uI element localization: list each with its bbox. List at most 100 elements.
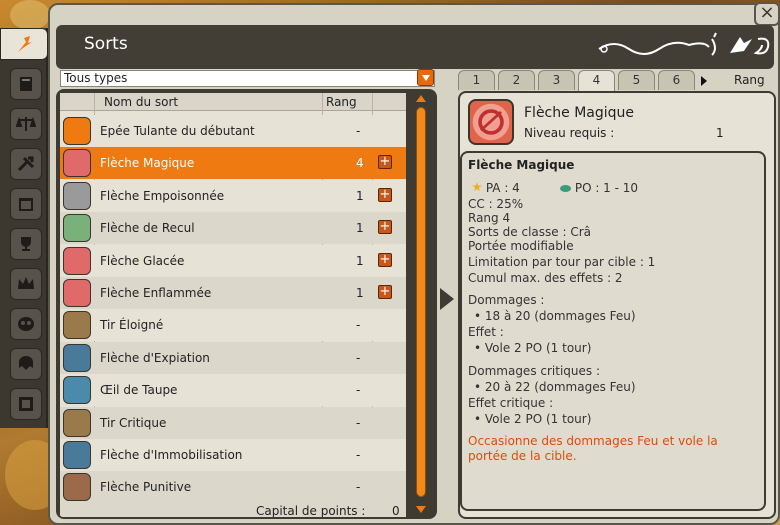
crown-icon [18,277,34,289]
spell-rank: 1 [356,286,364,300]
spell-row[interactable]: Flèche Glacée 1 + [60,244,406,277]
chevron-down-icon[interactable] [417,69,434,86]
trophy-icon [21,237,31,251]
limit-stat: Limitation par tour par cible : 1 [468,255,656,269]
spell-icon [63,279,91,307]
spell-icon [63,117,91,145]
sidebar-item-inventory[interactable] [10,68,42,100]
spell-icon [63,376,91,405]
sidebar-item-jobs[interactable] [10,148,42,180]
spell-rank: 1 [356,188,364,203]
spell-description-box: Flèche Magique PA : 4 PO : 1 - 10 CC : 2… [460,151,766,511]
sidebar [0,28,48,428]
spell-icon [468,99,514,145]
tab-rank-2[interactable]: 2 [498,70,535,90]
desc-heading: Flèche Magique [468,158,575,172]
book-icon [20,77,32,91]
scroll-thumb[interactable] [416,107,426,497]
tab-next-arrow-icon[interactable] [701,76,707,86]
spell-rank: - [356,448,361,462]
spell-icon [63,311,91,340]
sidebar-item-balance[interactable] [10,108,42,140]
star-spell-icon [18,36,32,52]
spell-row[interactable]: Flèche Enflammée 1 + [60,277,406,309]
spell-row[interactable]: Tir Critique - [60,406,406,439]
mask-icon [18,317,34,331]
spells-window: × Sorts Tous types Nom du sort Rang Epée… [48,2,780,525]
detail-level-value: 1 [716,126,724,140]
spell-row[interactable]: Œil de Taupe - [60,374,406,407]
scroll-down-arrow-icon[interactable] [416,506,426,513]
sidebar-item-spells[interactable] [0,28,48,60]
upgrade-plus-icon[interactable]: + [378,285,392,299]
sidebar-item-bestiary[interactable] [10,348,42,380]
sidebar-item-trophy[interactable] [10,228,42,260]
range-stat: Portée modifiable [468,239,574,253]
star-icon [472,182,482,192]
eye-icon [560,185,571,192]
tab-rank-5[interactable]: 5 [618,70,655,90]
type-filter-select[interactable]: Tous types [60,70,435,87]
spell-rank: - [356,318,361,333]
column-header-rank[interactable]: Rang [326,95,357,109]
upgrade-plus-icon[interactable]: + [378,252,392,267]
spell-row[interactable]: Tir Éloigné - [60,309,406,342]
po-stat: PO : 1 - 10 [560,181,638,195]
spell-icon [63,441,91,469]
balance-icon [16,116,36,131]
spell-name: Flèche Punitive [100,480,192,495]
effect-value: • Vole 2 PO (1 tour) [474,341,592,355]
spell-row[interactable]: Epée Tulante du débutant - [60,115,406,147]
description-line-2: portée de la cible. [468,449,577,463]
damage-label: Dommages : [468,293,545,307]
spell-row[interactable]: Flèche Empoisonnée 1 + [60,179,406,212]
close-button[interactable]: × [754,2,780,26]
spell-name: Flèche d'Expiation [100,350,210,365]
tab-rank-3[interactable]: 3 [538,70,575,90]
cumul-stat: Cumul max. des effets : 2 [468,271,623,285]
spell-row[interactable]: Flèche de Recul 1 + [60,212,406,245]
scroll-up-arrow-icon[interactable] [416,95,426,102]
spell-icon [63,214,91,243]
tab-rank-4[interactable]: 4 [578,70,615,92]
upgrade-plus-icon[interactable]: + [378,220,392,235]
spell-row[interactable]: Flèche d'Immobilisation - [60,439,406,471]
spell-rank: - [356,415,361,430]
sidebar-item-calendar[interactable] [10,188,42,220]
spell-rank: - [356,480,361,495]
class-stat: Sorts de classe : Crâ [468,225,591,239]
spell-row[interactable]: Flèche Magique 4 + [60,147,406,180]
spell-icon [63,473,91,502]
tab-rank-6[interactable]: 6 [658,70,695,90]
rank-tabs: 1 2 3 4 5 6 Rang [458,70,778,92]
sidebar-item-alliance[interactable] [10,308,42,340]
spell-rank: 4 [356,156,364,171]
spell-name: Tir Critique [100,415,167,430]
upgrade-plus-icon[interactable]: + [378,155,392,170]
spell-row[interactable]: Flèche d'Expiation - [60,341,406,374]
spell-name: Epée Tulante du débutant [100,124,255,138]
effect-label: Effet : [468,325,504,339]
spell-name: Flèche Glacée [100,253,185,268]
upgrade-plus-icon[interactable]: + [378,187,392,202]
spell-icon [63,246,91,275]
tab-rank-1[interactable]: 1 [458,70,495,90]
detail-level-label: Niveau requis : [524,126,615,140]
scrollbar[interactable] [410,93,432,517]
spell-name: Flèche Enflammée [100,286,212,300]
rank-stat: Rang 4 [468,211,511,225]
capital-value: 0 [392,504,400,518]
sidebar-item-guild[interactable] [10,268,42,300]
magic-arrow-icon [472,103,510,141]
spell-row[interactable]: Flèche Punitive - [60,471,406,504]
spell-rank: 1 [356,253,364,268]
window-title: Sorts [84,34,128,54]
pa-stat: PA : 4 [472,181,520,195]
crit-damage-label: Dommages critiques : [468,364,600,378]
description-line-1: Occasionne des dommages Feu et vole la [468,434,718,448]
column-header-name[interactable]: Nom du sort [104,95,178,109]
spell-rank: - [356,383,361,398]
sidebar-item-map[interactable] [10,388,42,420]
spell-name: Flèche d'Immobilisation [100,448,243,462]
calendar-icon [19,198,33,211]
